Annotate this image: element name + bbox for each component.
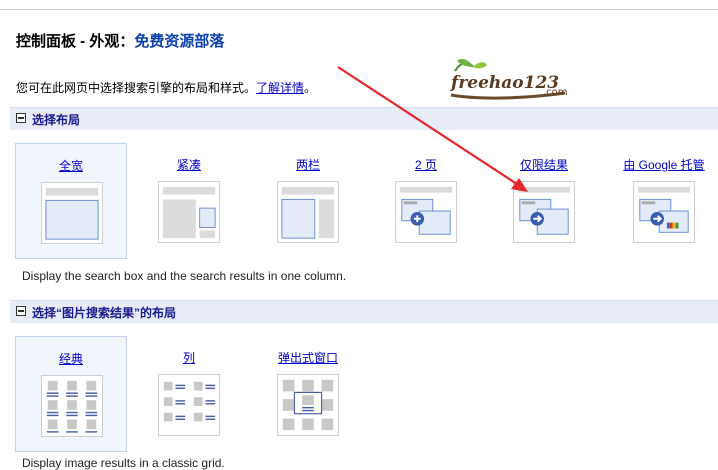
compact-layout-icon bbox=[158, 181, 220, 243]
image-option-column[interactable]: 列 bbox=[133, 336, 245, 452]
layout-option-label[interactable]: 2 页 bbox=[370, 156, 482, 173]
layout-option-google-hosted[interactable]: 由 Google 托管 bbox=[608, 143, 718, 259]
google-hosted-layout-icon bbox=[633, 181, 695, 243]
layout-option-label[interactable]: 紧凑 bbox=[133, 156, 245, 173]
layout-option-compact[interactable]: 紧凑 bbox=[133, 143, 245, 259]
layout-section-title: 选择布局 bbox=[32, 113, 81, 127]
layout-option-label[interactable]: 仅限结果 bbox=[488, 156, 600, 173]
freehao123-logo: freehao123 .com bbox=[450, 59, 568, 100]
popup-image-layout-icon bbox=[277, 374, 339, 436]
layout-description: Display the search box and the search re… bbox=[22, 269, 347, 283]
layout-option-label[interactable]: 由 Google 托管 bbox=[608, 156, 718, 173]
page-title-prefix: 控制面板 - 外观： bbox=[16, 33, 135, 50]
results-only-layout-icon bbox=[513, 181, 575, 243]
collapse-icon[interactable] bbox=[16, 113, 26, 123]
image-option-label[interactable]: 列 bbox=[133, 349, 245, 366]
two-column-layout-icon bbox=[277, 181, 339, 243]
column-image-layout-icon bbox=[158, 374, 220, 436]
image-option-label[interactable]: 弹出式窗口 bbox=[252, 349, 364, 366]
classic-image-layout-icon bbox=[41, 375, 103, 437]
intro-suffix: 。 bbox=[304, 81, 317, 95]
layout-option-label[interactable]: 两栏 bbox=[252, 156, 364, 173]
layout-option-two-page[interactable]: 2 页 bbox=[370, 143, 482, 259]
page-title: 控制面板 - 外观：免费资源部落 bbox=[16, 30, 224, 51]
layout-section-header[interactable]: 选择布局 bbox=[10, 107, 718, 130]
two-page-layout-icon bbox=[395, 181, 457, 243]
full-width-layout-icon bbox=[41, 182, 103, 244]
page-title-site: 免费资源部落 bbox=[134, 33, 225, 50]
image-layout-description: Display image results in a classic grid. bbox=[22, 456, 225, 470]
layout-option-full-width[interactable]: 全宽 bbox=[15, 143, 127, 259]
image-section-title: 选择“图片搜索结果”的布局 bbox=[32, 306, 177, 320]
learn-more-link[interactable]: 了解详情 bbox=[256, 81, 304, 95]
top-divider bbox=[0, 9, 718, 10]
layout-option-label[interactable]: 全宽 bbox=[16, 157, 126, 174]
logo-suffix: .com bbox=[543, 87, 568, 98]
intro-sentence: 您可在此网页中选择搜索引擎的布局和样式。 bbox=[16, 81, 257, 95]
intro-text: 您可在此网页中选择搜索引擎的布局和样式。了解详情。 bbox=[16, 79, 316, 96]
image-section-header[interactable]: 选择“图片搜索结果”的布局 bbox=[10, 300, 718, 323]
layout-option-two-column[interactable]: 两栏 bbox=[252, 143, 364, 259]
image-option-classic[interactable]: 经典 bbox=[15, 336, 127, 452]
collapse-icon[interactable] bbox=[16, 306, 26, 316]
image-option-popup[interactable]: 弹出式窗口 bbox=[252, 336, 364, 452]
image-option-label[interactable]: 经典 bbox=[16, 350, 126, 367]
layout-option-results-only[interactable]: 仅限结果 bbox=[488, 143, 600, 259]
